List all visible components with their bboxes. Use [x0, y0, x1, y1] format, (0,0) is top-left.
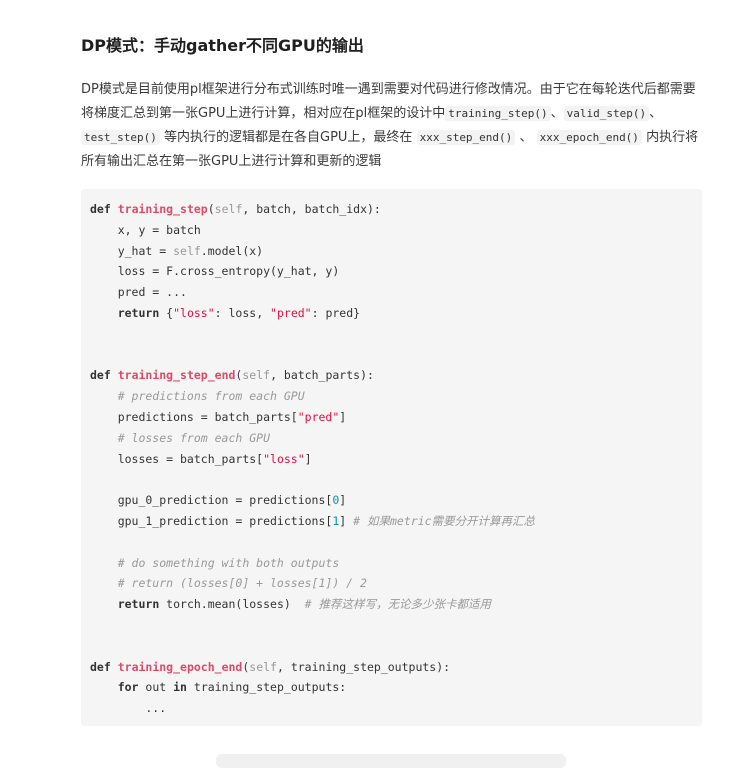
code-line: loss = F.cross_entropy(y_hat, y)	[90, 264, 340, 279]
code-comment: # do something with both outputs	[90, 555, 340, 570]
inline-code-xxx-step-end: xxx_step_end()	[416, 130, 516, 145]
inline-code-test-step: test_step()	[81, 130, 160, 145]
code-line: def training_step(self, batch, batch_idx…	[90, 202, 381, 216]
code-line: return {"loss": loss, "pred": pred}	[117, 305, 361, 320]
inline-code-valid-step: valid_step()	[563, 106, 650, 121]
paragraph-text: 等内执行的逻辑都是在各自GPU上，最终在	[164, 130, 413, 145]
code-line: losses = batch_parts["loss"]	[90, 451, 312, 466]
code-comment: # return (losses[0] + losses[1]) / 2	[90, 576, 367, 591]
separator: 、	[649, 106, 663, 121]
code-line: y_hat = self.model(x)	[90, 243, 264, 258]
code-comment: # losses from each GPU	[90, 430, 271, 445]
code-line: def training_step_end(self, batch_parts)…	[90, 368, 374, 383]
section-heading: DP模式：手动gather不同GPU的输出	[81, 36, 364, 55]
inline-code-training-step: training_step()	[445, 106, 551, 121]
code-content: def training_step(self, batch, batch_idx…	[90, 199, 535, 719]
code-line: gpu_1_prediction = predictions[1] # 如果me…	[90, 513, 536, 528]
code-comment: # predictions from each GPU	[90, 389, 305, 404]
code-line: gpu_0_prediction = predictions[0]	[90, 493, 347, 508]
code-line: ...	[90, 701, 167, 716]
code-line: pred = ...	[90, 285, 187, 300]
code-line: predictions = batch_parts["pred"]	[90, 409, 347, 424]
separator: 、	[519, 130, 533, 145]
code-line: x, y = batch	[90, 222, 201, 237]
description-paragraph: DP模式是目前使用pl框架进行分布式训练时唯一遇到需要对代码进行修改情况。由于它…	[81, 78, 699, 174]
code-block[interactable]: def training_step(self, batch, batch_idx…	[81, 189, 702, 726]
separator: 、	[550, 106, 564, 121]
code-line: return torch.mean(losses) # 推荐这样写，无论多少张卡…	[117, 597, 492, 612]
next-element-edge	[216, 754, 566, 768]
code-line: def training_epoch_end(self, training_st…	[90, 659, 451, 674]
inline-code-xxx-epoch-end: xxx_epoch_end()	[536, 130, 642, 145]
code-line: for out in training_step_outputs:	[117, 680, 347, 695]
